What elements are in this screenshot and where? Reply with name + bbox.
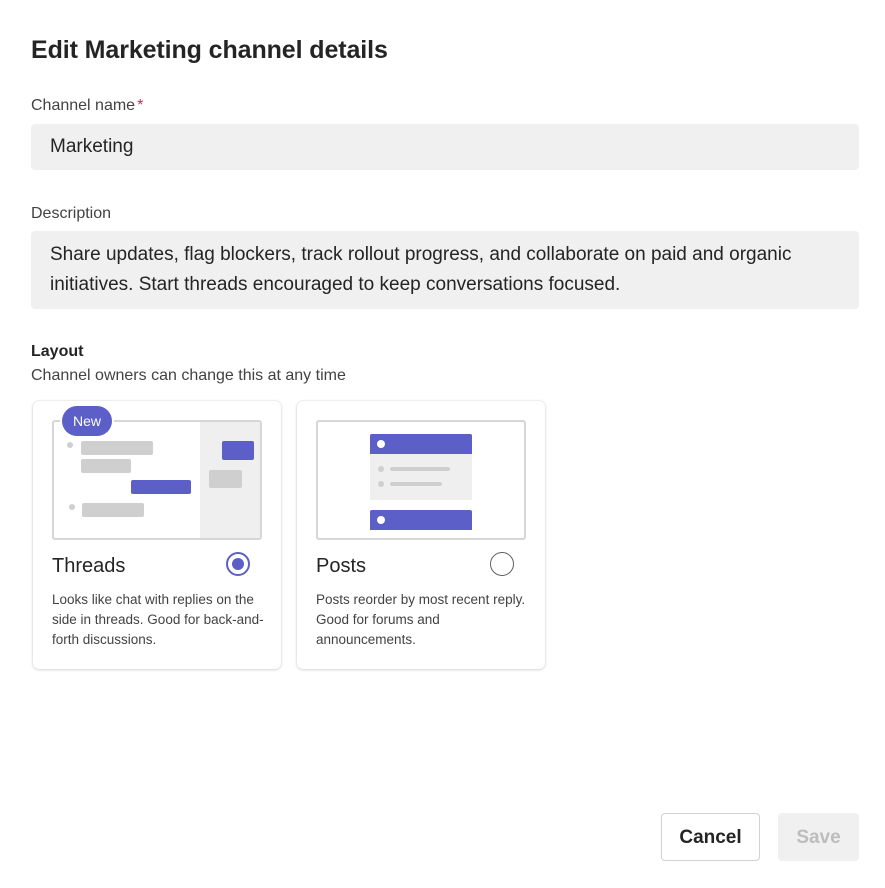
channel-name-label-row: Channel name * xyxy=(31,97,143,115)
preview-dot xyxy=(67,442,73,448)
posts-preview-illustration xyxy=(316,420,526,540)
save-button[interactable]: Save xyxy=(778,813,859,861)
preview-dot xyxy=(378,481,384,487)
radio-unchecked-icon[interactable] xyxy=(490,552,514,576)
channel-name-label: Channel name xyxy=(31,97,136,114)
threads-title: Threads xyxy=(52,555,126,577)
threads-preview-illustration xyxy=(52,420,262,540)
required-asterisk: * xyxy=(137,97,144,114)
channel-name-input[interactable] xyxy=(31,124,859,170)
preview-line xyxy=(390,467,450,471)
dialog-title: Edit Marketing channel details xyxy=(31,36,388,64)
posts-description: Posts reorder by most recent reply. Good… xyxy=(316,592,526,647)
radio-checked-icon[interactable] xyxy=(226,552,250,576)
preview-post-avatar xyxy=(377,440,385,448)
preview-post-header xyxy=(370,434,472,454)
preview-dot xyxy=(69,504,75,510)
description-label: Description xyxy=(31,205,112,222)
preview-bar-accent xyxy=(131,480,191,494)
threads-description: Looks like chat with replies on the side… xyxy=(52,592,264,647)
preview-bar-accent xyxy=(222,441,254,460)
layout-section-title: Layout xyxy=(31,343,84,360)
preview-bar xyxy=(81,441,153,455)
layout-section-subtitle: Channel owners can change this at any ti… xyxy=(31,367,346,384)
layout-option-posts[interactable]: Posts Posts reorder by most recent reply… xyxy=(297,401,545,669)
preview-bar xyxy=(81,459,131,473)
cancel-button[interactable]: Cancel xyxy=(661,813,760,861)
preview-bar xyxy=(209,470,242,488)
preview-post-avatar xyxy=(377,516,385,524)
preview-dot xyxy=(378,466,384,472)
preview-post-header xyxy=(370,510,472,530)
layout-option-threads[interactable]: New Threads Looks like chat with replies… xyxy=(33,401,281,669)
new-badge: New xyxy=(62,406,113,436)
preview-line xyxy=(390,482,442,486)
description-textarea[interactable]: Share updates, flag blockers, track roll… xyxy=(31,231,859,309)
posts-title: Posts xyxy=(316,555,367,577)
preview-bar xyxy=(82,503,144,517)
